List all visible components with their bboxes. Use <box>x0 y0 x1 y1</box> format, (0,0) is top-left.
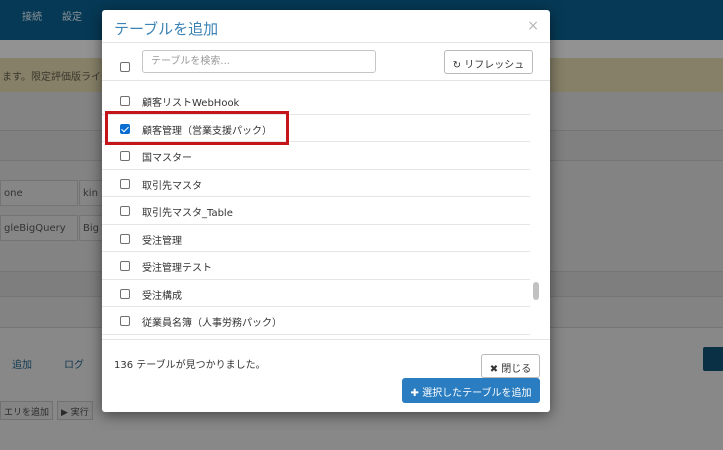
table-count-text: 136 テーブルが見つかりました。 <box>114 360 266 371</box>
table-name: 受注管理 <box>142 235 182 247</box>
scrollbar-thumb[interactable] <box>533 282 539 300</box>
add-selected-tables-button[interactable]: ✚ 選択したテーブルを追加 <box>402 378 540 403</box>
table-row[interactable]: 受注構成 <box>102 280 530 307</box>
table-checkbox[interactable] <box>120 316 130 326</box>
table-row[interactable]: 従業員名簿（人事労務パック） <box>102 307 530 335</box>
dialog-title: テーブルを追加 <box>114 20 219 38</box>
plus-icon: ✚ <box>410 388 419 399</box>
table-name: 受注構成 <box>142 290 182 302</box>
close-button[interactable]: ✖ 閉じる <box>481 354 540 378</box>
close-label: 閉じる <box>501 364 532 375</box>
table-checkbox[interactable] <box>120 206 130 216</box>
refresh-button[interactable]: ↻ リフレッシュ <box>444 50 533 74</box>
table-name: 国マスター <box>142 153 192 164</box>
table-row[interactable]: 国マスター <box>102 142 530 170</box>
table-name: 顧客リストWebHook <box>142 98 240 109</box>
divider <box>102 339 550 340</box>
table-row[interactable]: 受注管理テスト <box>102 252 530 280</box>
table-checkbox[interactable] <box>120 288 130 299</box>
divider <box>102 80 550 81</box>
highlight-annotation <box>105 111 289 145</box>
table-checkbox[interactable] <box>120 151 130 161</box>
table-checkbox[interactable] <box>120 261 130 271</box>
table-name: 受注管理テスト <box>142 263 212 274</box>
divider <box>102 42 550 43</box>
table-row[interactable]: 取引先マスタ <box>102 170 530 197</box>
refresh-label: リフレッシュ <box>464 60 525 71</box>
table-checkbox[interactable] <box>120 233 130 244</box>
table-name: 取引先マスタ_Table <box>142 208 233 219</box>
table-checkbox[interactable] <box>120 178 130 189</box>
table-row[interactable]: 受注管理 <box>102 225 530 252</box>
add-label: 選択したテーブルを追加 <box>422 388 532 399</box>
table-search-input[interactable] <box>142 50 376 73</box>
close-icon[interactable]: × <box>527 18 539 34</box>
table-name: 従業員名簿（人事労務パック） <box>142 318 282 329</box>
close-x-icon: ✖ <box>489 364 499 375</box>
add-table-dialog: テーブルを追加 × ↻ リフレッシュ 顧客リストWebHook 顧客管理（営業支… <box>102 10 550 412</box>
table-checkbox[interactable] <box>120 96 130 106</box>
table-row[interactable]: 取引先マスタ_Table <box>102 197 530 225</box>
select-all-checkbox[interactable] <box>120 62 130 72</box>
refresh-icon: ↻ <box>452 60 462 71</box>
table-name: 取引先マスタ <box>142 180 202 192</box>
